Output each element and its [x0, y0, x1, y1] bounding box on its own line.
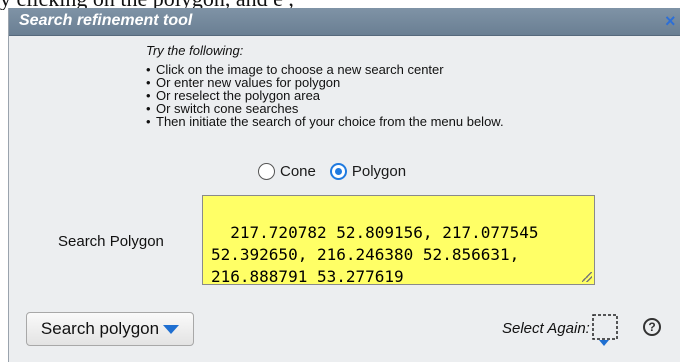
instructions-list: Click on the image to choose a new searc…: [146, 63, 504, 128]
search-polygon-textarea[interactable]: 217.720782 52.809156, 217.077545 52.3926…: [202, 195, 595, 285]
polygon-radio-label: Polygon: [351, 163, 407, 180]
chevron-down-icon[interactable]: [163, 324, 180, 334]
search-polygon-value: 217.720782 52.809156, 217.077545 52.3926…: [211, 223, 549, 285]
polygon-radio-option[interactable]: Polygon: [329, 163, 407, 180]
dialog-titlebar[interactable]: Search refinement tool ×: [9, 8, 680, 36]
resize-grip-icon[interactable]: [582, 272, 592, 282]
cone-radio-option[interactable]: Cone: [258, 163, 316, 180]
cone-radio-button[interactable]: [258, 163, 275, 180]
search-polygon-button[interactable]: Search polygon: [26, 312, 194, 346]
polygon-radio-button[interactable]: [329, 163, 347, 180]
search-type-radio-group: Cone Polygon: [258, 163, 420, 180]
close-icon[interactable]: ×: [665, 12, 679, 30]
help-icon[interactable]: ?: [643, 318, 661, 336]
search-polygon-label: Search Polygon: [58, 233, 164, 250]
dashed-selection-icon[interactable]: [591, 313, 621, 347]
instructions-heading: Try the following:: [146, 43, 244, 58]
cone-radio-label: Cone: [280, 163, 316, 180]
search-polygon-button-label: Search polygon: [40, 319, 160, 338]
dialog-title: Search refinement tool: [19, 12, 193, 29]
instructions: Try the following: Click on the image to…: [146, 44, 504, 128]
select-again-label: Select Again:: [502, 320, 590, 337]
instruction-item: Then initiate the search of your choice …: [146, 115, 504, 128]
